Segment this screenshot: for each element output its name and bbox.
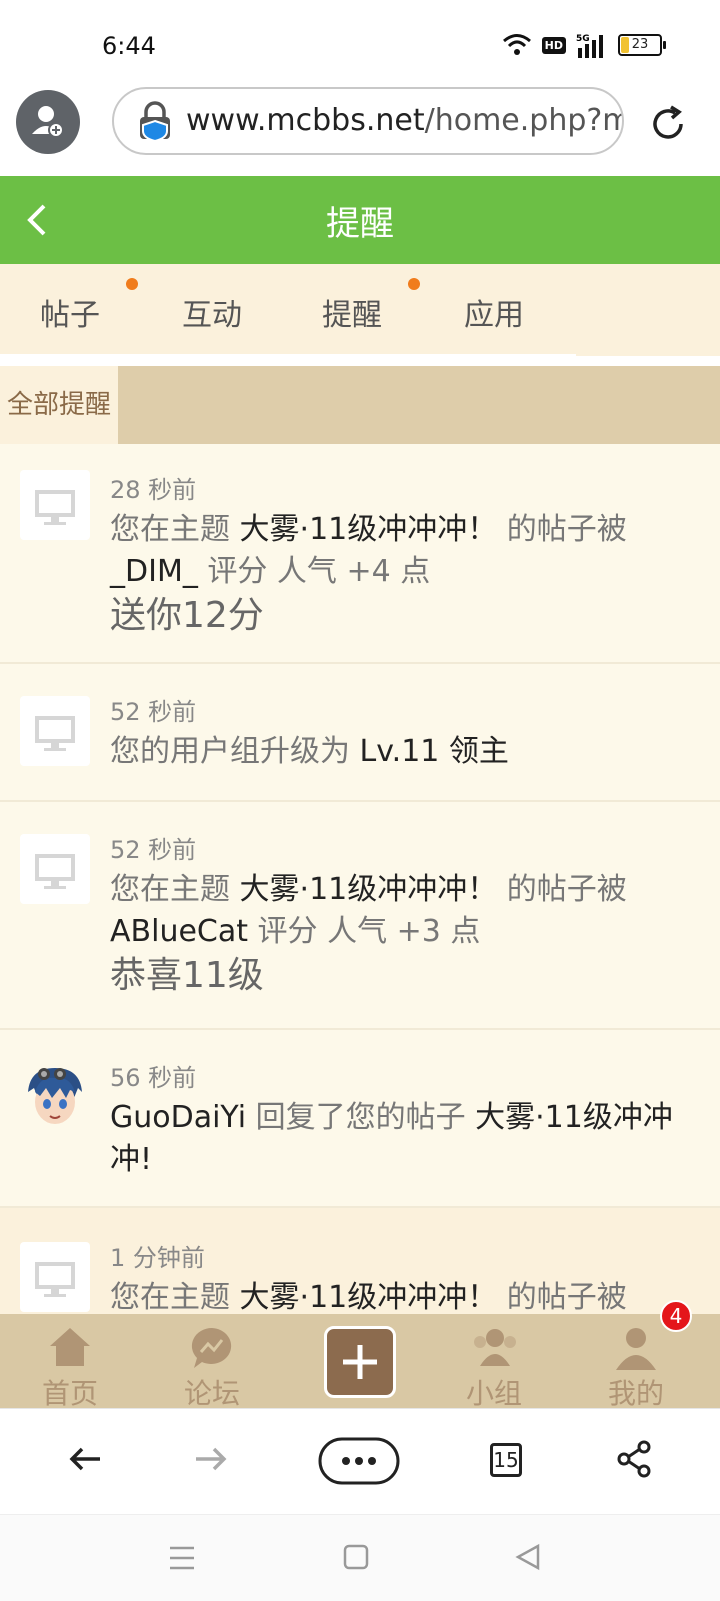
system-nav-bar [0,1514,720,1601]
app-bottom-nav: 首页 论坛 小组 我的 4 [0,1300,720,1410]
user-avatar[interactable] [20,1062,90,1132]
notice-text: GuoDaiYi 回复了您的帖子 大雾·11级冲冲 [110,1100,673,1135]
user-link[interactable]: GuoDaiYi [110,1100,246,1135]
tab-posts[interactable]: 帖子 [40,290,100,334]
notice-text: 您在主题 大雾·11级冲冲冲！ 的帖子被 [110,512,627,547]
tab-apps[interactable]: 应用 [464,290,524,334]
notice-time: 52 秒前 [110,698,197,726]
list-item[interactable]: 1 分钟前 您在主题 大雾·11级冲冲冲！ 的帖子被 [0,1208,720,1314]
battery-icon: 23 [618,34,666,56]
back-icon[interactable] [66,1439,106,1479]
rating-reason: 恭喜11级 [110,955,264,996]
notice-text-2: 冲! [110,1142,153,1177]
chat-bubble-icon [191,1327,232,1368]
monitor-icon [35,854,75,889]
list-item[interactable]: 52 秒前 您在主题 大雾·11级冲冲冲！ 的帖子被 ABlueCat 评分 人… [0,802,720,1030]
hd-badge: HD [541,36,566,54]
page-title: 提醒 [326,204,394,244]
notification-count-badge: 4 [660,1300,692,1332]
user-link[interactable]: _DIM_ [110,554,198,589]
signal-icon: 5G [576,34,603,58]
notice-time: 28 秒前 [110,476,197,504]
tab-interaction[interactable]: 互动 [182,290,242,334]
filter-all-reminders[interactable]: 全部提醒 [0,366,118,444]
nav-forum[interactable]: 论坛 [152,1314,272,1410]
browser-address-bar: www.mcbbs.net/home.php?m [0,86,720,177]
notice-text: 您在主题 大雾·11级冲冲冲！ 的帖子被 [110,1280,627,1314]
plus-icon [343,1345,377,1379]
monitor-icon [35,716,75,751]
filter-bar: 全部提醒 [0,366,720,444]
add-user-icon [32,106,64,138]
notice-time: 1 分钟前 [110,1244,205,1272]
notice-time: 56 秒前 [110,1064,197,1092]
notice-tabs: 帖子 互动 提醒 应用 [0,264,720,356]
url-text: www.mcbbs.net/home.php?m [186,103,624,138]
anime-avatar-icon [28,1068,82,1124]
group-icon [474,1329,516,1366]
tabs-button[interactable]: 15 [490,1443,522,1477]
list-item[interactable]: 28 秒前 您在主题 大雾·11级冲冲冲！ 的帖子被 _DIM_ 评分 人气 +… [0,444,720,664]
status-time: 6:44 [102,32,156,60]
system-avatar [20,834,90,904]
profile-button[interactable] [16,90,80,154]
thread-link[interactable]: 大雾·11级冲冲 [475,1100,673,1135]
menu-icon[interactable] [168,1545,196,1571]
more-menu-icon[interactable] [318,1437,400,1485]
share-icon[interactable] [614,1439,654,1479]
nav-groups[interactable]: 小组 [434,1314,554,1410]
notice-time: 52 秒前 [110,836,197,864]
tab-reminders-dot [408,278,420,290]
list-item[interactable]: 56 秒前 GuoDaiYi 回复了您的帖子 大雾·11级冲冲 冲! [0,1030,720,1208]
tabs-divider [0,354,576,356]
system-avatar [20,1242,90,1312]
nav-home[interactable]: 首页 [10,1314,130,1410]
monitor-icon [35,490,75,525]
back-triangle-icon[interactable] [514,1543,542,1571]
list-item[interactable]: 52 秒前 您的用户组升级为 Lv.11 领主 [0,664,720,802]
lock-icon [140,101,170,141]
reload-icon[interactable] [648,104,688,144]
notice-text: 您的用户组升级为 Lv.11 领主 [110,734,509,769]
url-field[interactable]: www.mcbbs.net/home.php?m [112,87,624,155]
user-link[interactable]: ABlueCat [110,914,248,949]
wifi-icon [502,34,531,55]
thread-link[interactable]: 大雾·11级冲冲冲！ [240,872,498,907]
new-post-button[interactable] [324,1326,396,1398]
monitor-icon [35,1262,75,1297]
notice-text-2: _DIM_ 评分 人气 +4 点 [110,554,431,589]
status-icons: HD 5G 23 [502,32,666,58]
rating-reason: 送你12分 [110,595,264,636]
home-square-icon[interactable] [342,1543,370,1571]
thread-link[interactable]: 大雾·11级冲冲冲！ [240,512,498,547]
svg-text:5G: 5G [576,34,590,44]
notice-text: 您在主题 大雾·11级冲冲冲！ 的帖子被 [110,872,627,907]
notification-list: 28 秒前 您在主题 大雾·11级冲冲冲！ 的帖子被 _DIM_ 评分 人气 +… [0,444,720,1314]
tab-reminders[interactable]: 提醒 [322,290,382,334]
notice-text-2: ABlueCat 评分 人气 +3 点 [110,914,481,949]
system-avatar [20,696,90,766]
home-icon [50,1328,90,1366]
page-header: 提醒 [0,176,720,264]
browser-toolbar: 15 [0,1408,720,1515]
forward-icon[interactable] [190,1439,230,1479]
tab-posts-dot [126,278,138,290]
status-bar: 6:44 HD 5G 23 [0,0,720,86]
user-icon [616,1328,656,1370]
system-avatar [20,470,90,540]
